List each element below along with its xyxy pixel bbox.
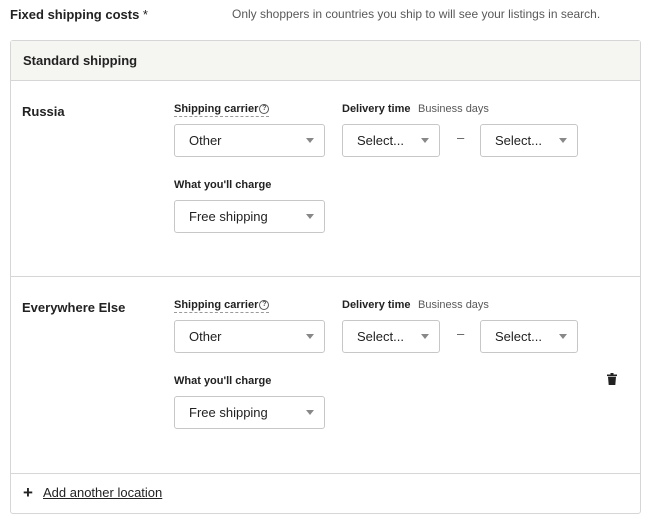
shipping-carrier-label: Shipping carrier ? xyxy=(174,299,270,313)
business-days-label: Business days xyxy=(418,103,489,115)
caret-down-icon xyxy=(421,138,429,143)
delivery-to-value: Select... xyxy=(495,133,542,148)
caret-down-icon xyxy=(421,334,429,339)
location-name: Russia xyxy=(22,104,65,119)
delivery-from-value: Select... xyxy=(357,133,404,148)
business-days-label: Business days xyxy=(418,299,489,311)
delivery-time-from-select[interactable]: Select... xyxy=(342,124,440,157)
shipping-carrier-value: Other xyxy=(189,133,222,148)
shipping-carrier-select[interactable]: Other xyxy=(174,124,325,157)
delivery-time-from-select[interactable]: Select... xyxy=(342,320,440,353)
fixed-shipping-title-text: Fixed shipping costs xyxy=(10,7,140,22)
panel-header: Standard shipping xyxy=(11,41,640,81)
delivery-to-value: Select... xyxy=(495,329,542,344)
delivery-from-value: Select... xyxy=(357,329,404,344)
delivery-time-label: Delivery time xyxy=(342,299,411,311)
range-separator: – xyxy=(457,130,465,145)
range-separator: – xyxy=(457,326,465,341)
caret-down-icon xyxy=(559,138,567,143)
add-location-link[interactable]: Add another location xyxy=(43,485,162,500)
charge-value: Free shipping xyxy=(189,405,268,420)
shipping-carrier-value: Other xyxy=(189,329,222,344)
delivery-time-to-select[interactable]: Select... xyxy=(480,320,578,353)
location-section-everywhere-else: Everywhere Else Shipping carrier ? Deliv… xyxy=(11,277,640,474)
location-name: Everywhere Else xyxy=(22,300,126,315)
location-section-russia: Russia Shipping carrier ? Delivery time … xyxy=(11,81,640,277)
plus-icon: + xyxy=(23,482,33,502)
trash-icon[interactable] xyxy=(607,373,617,385)
standard-shipping-panel: Standard shipping Russia Shipping carrie… xyxy=(10,40,641,514)
caret-down-icon xyxy=(306,410,314,415)
caret-down-icon xyxy=(306,214,314,219)
shipping-carrier-label-text: Shipping carrier xyxy=(174,103,259,115)
required-mark: * xyxy=(142,7,148,22)
caret-down-icon xyxy=(559,334,567,339)
charge-label: What you'll charge xyxy=(174,375,272,387)
charge-label: What you'll charge xyxy=(174,179,272,191)
delivery-time-label: Delivery time xyxy=(342,103,411,115)
charge-select[interactable]: Free shipping xyxy=(174,396,325,429)
charge-value: Free shipping xyxy=(189,209,268,224)
fixed-shipping-title: Fixed shipping costs * xyxy=(10,7,148,22)
shipping-carrier-label-text: Shipping carrier xyxy=(174,299,259,311)
standard-shipping-title: Standard shipping xyxy=(23,53,138,68)
shipping-carrier-select[interactable]: Other xyxy=(174,320,325,353)
add-location-button[interactable]: + Add another location xyxy=(23,482,162,502)
caret-down-icon xyxy=(306,138,314,143)
shipping-carrier-label: Shipping carrier ? xyxy=(174,103,270,117)
charge-select[interactable]: Free shipping xyxy=(174,200,325,233)
caret-down-icon xyxy=(306,334,314,339)
shipping-note: Only shoppers in countries you ship to w… xyxy=(232,7,601,21)
delivery-time-to-select[interactable]: Select... xyxy=(480,124,578,157)
question-circle-icon[interactable]: ? xyxy=(259,300,270,310)
question-circle-icon[interactable]: ? xyxy=(259,104,270,114)
